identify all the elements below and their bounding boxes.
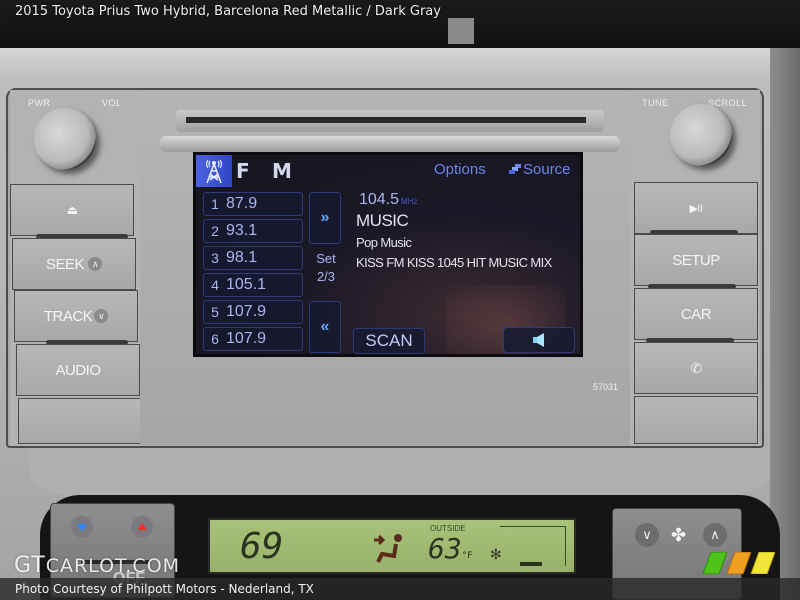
radio-text: KISS FM KISS 1045 HIT MUSIC MIX: [356, 255, 552, 270]
pwr-label: PWR: [28, 98, 51, 108]
play-pause-button[interactable]: ▶II: [634, 182, 758, 234]
watermark: GTCARLOT.COM: [14, 553, 180, 578]
double-chevron-right-icon: »: [320, 209, 330, 226]
track-label: TRACK: [43, 307, 93, 325]
temp-up-button[interactable]: [131, 516, 153, 538]
preset-button-3[interactable]: 3 98.1: [203, 246, 303, 270]
gtcarlot-logo-icon: [702, 552, 775, 574]
seek-up-icon: ∧: [88, 257, 103, 271]
phone-icon: ✆: [690, 359, 702, 376]
double-chevron-left-icon: «: [320, 318, 330, 335]
frequency-unit: MHz: [401, 197, 418, 206]
preset-number: 6: [211, 331, 219, 347]
set-temperature: 69: [240, 526, 284, 567]
track-button[interactable]: TRACK ∨: [14, 290, 138, 342]
chevron-up-icon: ∧: [710, 527, 720, 542]
current-frequency: 104.5 MHz: [359, 191, 418, 209]
preset-number: 2: [211, 223, 219, 239]
left-control-panel: PWR VOL ⏏ SEEK ∧ TRACK ∨ AUDIO: [10, 90, 142, 446]
power-volume-knob[interactable]: [34, 108, 96, 170]
frequency-value: 104.5: [359, 191, 400, 208]
track-down-icon: ∨: [94, 309, 109, 323]
preset-frequency: 98.1: [226, 249, 258, 266]
program-genre: Pop Music: [356, 235, 412, 250]
preset-frequency: 107.9: [226, 330, 267, 347]
audio-label: AUDIO: [55, 361, 101, 379]
source-label: Source: [523, 161, 571, 178]
setup-label: SETUP: [672, 251, 720, 269]
seek-label: SEEK: [45, 255, 85, 273]
eject-button[interactable]: ⏏: [10, 184, 134, 236]
phone-button[interactable]: ✆: [634, 342, 758, 394]
source-button[interactable]: Source: [509, 161, 571, 178]
tune-scroll-knob[interactable]: [670, 104, 732, 166]
cd-slot-lip: [160, 136, 620, 152]
airflow-face-icon: [374, 534, 402, 563]
touchscreen: F M Options Source 1 87.9 2 93.1 3 98.1 …: [193, 152, 583, 357]
watermark-text: CARLOT.COM: [45, 555, 181, 577]
photo-credit: Photo Courtesy of Philpott Motors - Nede…: [0, 578, 800, 600]
options-button[interactable]: Options: [434, 161, 486, 178]
outside-temperature: 63: [428, 532, 462, 565]
temperature-unit: °F: [461, 551, 473, 561]
preset-set-indicator: Set 2/3: [310, 250, 342, 286]
next-preset-page-button[interactable]: »: [309, 192, 341, 244]
preset-number: 3: [211, 250, 219, 266]
preset-button-1[interactable]: 1 87.9: [203, 192, 303, 216]
climate-display: 69 OUTSIDE 63°F ✻: [208, 518, 576, 574]
scan-button[interactable]: SCAN: [353, 328, 425, 354]
listing-title: 2015 Toyota Prius Two Hybrid, Barcelona …: [15, 4, 441, 19]
source-icon: [509, 164, 521, 174]
vol-label: VOL: [102, 98, 122, 108]
audio-button[interactable]: AUDIO: [16, 344, 140, 396]
preset-button-5[interactable]: 5 107.9: [203, 300, 303, 324]
set-page: 2/3: [316, 269, 336, 284]
fan-down-button[interactable]: ∨: [635, 523, 659, 547]
temp-down-button[interactable]: [71, 516, 93, 538]
band-tab-fm[interactable]: [196, 155, 232, 187]
fan-icon: ✤: [671, 525, 687, 545]
prev-preset-page-button[interactable]: «: [309, 301, 341, 353]
antenna-icon: [205, 159, 223, 184]
program-type: MUSIC: [356, 211, 409, 230]
part-code: 57031: [592, 382, 618, 392]
cd-slot[interactable]: [186, 117, 586, 123]
blank-button: [18, 398, 142, 444]
preset-frequency: 87.9: [226, 195, 258, 212]
preset-frequency: 105.1: [226, 276, 267, 293]
preset-number: 4: [211, 277, 219, 293]
preset-frequency: 93.1: [226, 222, 258, 239]
preset-button-4[interactable]: 4 105.1: [203, 273, 303, 297]
seek-button[interactable]: SEEK ∧: [12, 238, 136, 290]
sound-button[interactable]: [503, 327, 575, 353]
tune-label: TUNE: [642, 98, 669, 108]
watermark-prefix: GT: [14, 553, 46, 578]
right-control-panel: TUNE SCROLL ▶II SETUP CAR ✆: [630, 90, 760, 446]
play-pause-icon: ▶II: [689, 202, 703, 215]
chevron-down-icon: ∨: [642, 527, 652, 542]
blank-button: [634, 396, 758, 444]
eject-icon: ⏏: [66, 203, 78, 217]
setup-button[interactable]: SETUP: [634, 234, 758, 286]
preset-number: 1: [211, 196, 219, 212]
band-label-f[interactable]: F: [236, 159, 252, 183]
set-label: Set: [316, 251, 336, 266]
outside-temp-readout: 63°F: [428, 532, 473, 565]
fan-up-button[interactable]: ∧: [703, 523, 727, 547]
preset-button-6[interactable]: 6 107.9: [203, 327, 303, 351]
preset-button-2[interactable]: 2 93.1: [203, 219, 303, 243]
car-button[interactable]: CAR: [634, 288, 758, 340]
fan-speed-frame: [500, 526, 566, 566]
preset-number: 5: [211, 304, 219, 320]
car-label: CAR: [680, 305, 712, 323]
speaker-icon: [533, 333, 544, 347]
band-label-m[interactable]: M: [272, 159, 294, 183]
fan-speed-bar: [520, 562, 542, 566]
scan-label: SCAN: [365, 331, 413, 350]
preset-frequency: 107.9: [226, 303, 267, 320]
